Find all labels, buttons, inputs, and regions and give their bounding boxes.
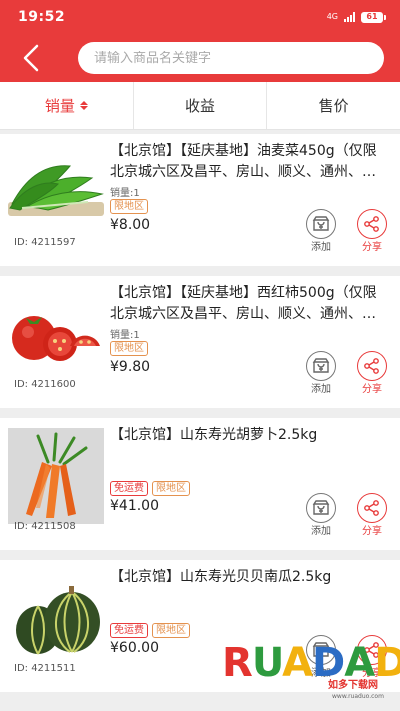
share-icon [364, 216, 379, 232]
watermark-logo: RUADADO 如多下载网 www.ruaduo.com [222, 637, 400, 707]
status-icons: 4G 61 [326, 11, 386, 23]
share-label: 分享 [362, 526, 382, 537]
product-tags: 限地区 [110, 341, 148, 356]
add-button[interactable]: 添加 [305, 209, 337, 253]
add-button[interactable]: 添加 [305, 351, 337, 395]
status-time: 19:52 [18, 9, 66, 25]
add-to-shop-icon [312, 216, 330, 231]
tab-sales[interactable]: 销量 [0, 82, 134, 129]
product-list: ID: 4211597 【北京馆】【延庆基地】油麦菜450g（仅限北京城六区及昌… [0, 134, 400, 702]
share-icon [364, 500, 379, 516]
battery-icon: 61 [361, 11, 386, 23]
add-button[interactable]: 添加 [305, 493, 337, 537]
add-label: 添加 [311, 384, 331, 395]
add-label: 添加 [311, 242, 331, 253]
product-title[interactable]: 【北京馆】【延庆基地】油麦菜450g（仅限北京城六区及昌平、房山、顺义、通州、… [110, 141, 390, 183]
back-button[interactable] [14, 41, 48, 75]
tab-price[interactable]: 售价 [267, 82, 400, 129]
product-card[interactable]: ID: 4211597 【北京馆】【延庆基地】油麦菜450g（仅限北京城六区及昌… [0, 134, 400, 266]
status-bar: 19:52 4G 61 [0, 0, 400, 34]
share-button[interactable]: 分享 [356, 351, 388, 395]
product-title[interactable]: 【北京馆】【延庆基地】西红柿500g（仅限北京城六区及昌平、房山、顺义、通州、… [110, 283, 390, 325]
product-tags: 免运费 限地区 [110, 623, 190, 638]
share-label: 分享 [362, 242, 382, 253]
tag-free-shipping: 免运费 [110, 623, 148, 638]
product-card[interactable]: ID: 4211600 【北京馆】【延庆基地】西红柿500g（仅限北京城六区及昌… [0, 276, 400, 408]
product-tags: 限地区 [110, 199, 148, 214]
signal-icon [344, 12, 355, 22]
product-price: ¥60.00 [110, 640, 159, 656]
search-box[interactable] [78, 42, 384, 74]
sort-tabs: 销量 收益 售价 [0, 82, 400, 130]
tag-region-limited: 限地区 [110, 199, 148, 214]
share-button[interactable]: 分享 [356, 493, 388, 537]
product-sales: 销量:1 [110, 188, 140, 199]
tab-earnings[interactable]: 收益 [134, 82, 268, 129]
product-id: ID: 4211508 [14, 521, 76, 532]
search-input[interactable] [94, 50, 368, 66]
tag-region-limited: 限地区 [110, 341, 148, 356]
share-icon [364, 358, 379, 374]
share-label: 分享 [362, 384, 382, 395]
tab-earnings-label: 收益 [185, 97, 216, 115]
watermark-cn: 如多下载网 [326, 680, 380, 692]
sort-arrows-icon [79, 101, 88, 110]
product-price: ¥9.80 [110, 359, 151, 375]
add-label: 添加 [311, 526, 331, 537]
product-sales: 销量:1 [110, 330, 140, 341]
product-tags: 免运费 限地区 [110, 481, 190, 496]
share-button[interactable]: 分享 [356, 209, 388, 253]
product-card[interactable]: ID: 4211508 【北京馆】山东寿光胡萝卜2.5kg 免运费 限地区 ¥4… [0, 418, 400, 550]
product-title[interactable]: 【北京馆】山东寿光贝贝南瓜2.5kg [110, 567, 390, 588]
product-price: ¥8.00 [110, 217, 151, 233]
watermark-url: www.ruaduo.com [332, 693, 384, 700]
add-to-shop-icon [312, 500, 330, 515]
tag-region-limited: 限地区 [152, 481, 190, 496]
tag-region-limited: 限地区 [152, 623, 190, 638]
back-chevron-icon [23, 44, 39, 72]
watermark-brand: RUADADO [222, 640, 400, 686]
product-image-pumpkin[interactable] [8, 570, 104, 666]
app-screen: 19:52 4G 61 销量 收益 [0, 0, 400, 711]
product-image-tomato[interactable] [8, 286, 104, 382]
product-image-lettuce[interactable] [8, 144, 104, 240]
product-title[interactable]: 【北京馆】山东寿光胡萝卜2.5kg [110, 425, 390, 446]
tab-price-label: 售价 [318, 97, 349, 115]
product-image-carrot[interactable] [8, 428, 104, 524]
top-header [0, 34, 400, 82]
add-to-shop-icon [312, 358, 330, 373]
network-type: 4G [326, 12, 338, 21]
battery-level: 61 [361, 11, 383, 23]
product-id: ID: 4211597 [14, 237, 76, 248]
tab-sales-label: 销量 [44, 97, 75, 115]
tag-free-shipping: 免运费 [110, 481, 148, 496]
product-price: ¥41.00 [110, 498, 159, 514]
product-id: ID: 4211511 [14, 663, 76, 674]
product-id: ID: 4211600 [14, 379, 76, 390]
